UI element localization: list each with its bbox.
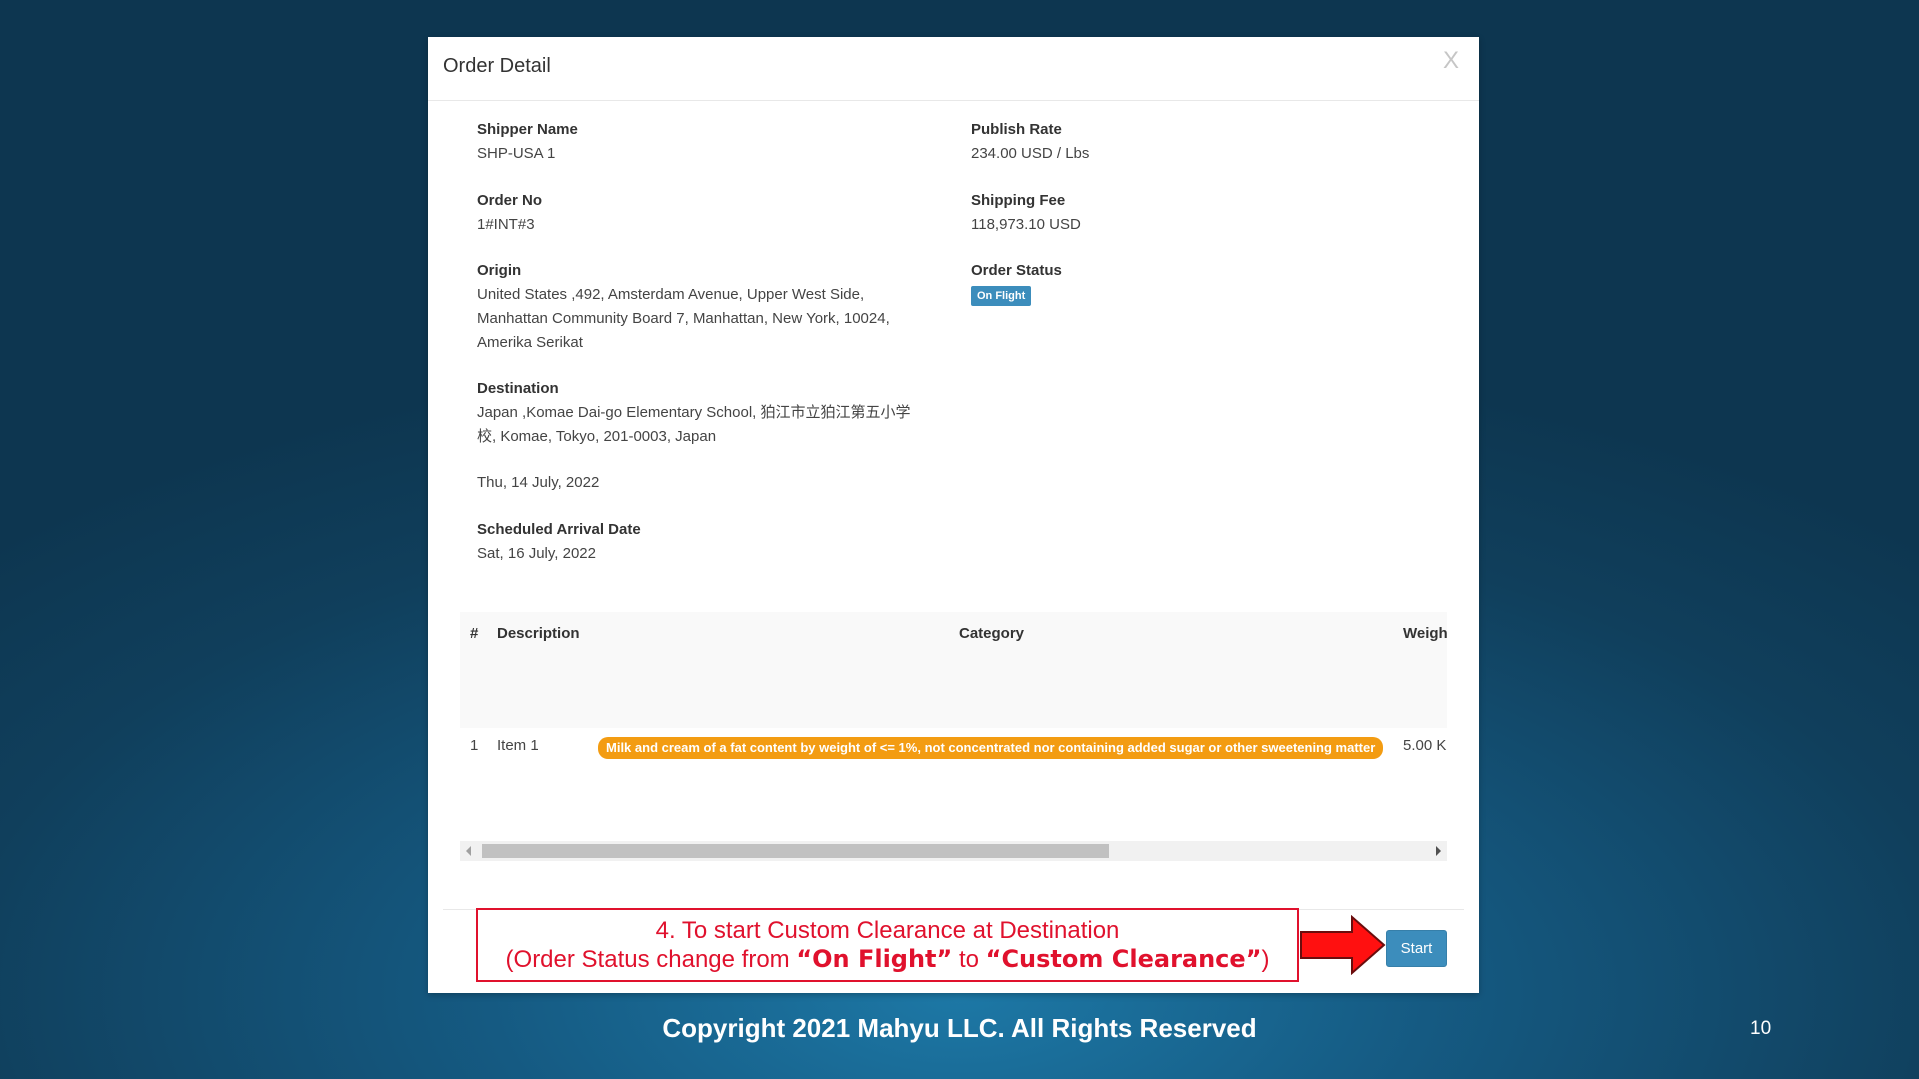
- scroll-left-icon[interactable]: [466, 846, 471, 856]
- destination-field: Destination Japan ,Komae Dai-go Elementa…: [477, 377, 957, 449]
- modal-header: Order Detail X: [428, 37, 1479, 101]
- instruction-callout: 4. To start Custom Clearance at Destinat…: [476, 908, 1299, 982]
- callout-line-2: (Order Status change from “On Flight” to…: [478, 945, 1297, 974]
- destination-line-2: 校, Komae, Tokyo, 201-0003, Japan: [477, 428, 717, 445]
- status-badge: On Flight: [971, 286, 1032, 306]
- page-number: 10: [1750, 1018, 1772, 1039]
- callout-on-flight: “On Flight”: [796, 945, 953, 973]
- order-detail-modal: Order Detail X Shipper Name SHP-USA 1 Or…: [428, 37, 1479, 993]
- callout-custom-clearance: “Custom Clearance”: [985, 945, 1262, 973]
- order-no-field: Order No 1#INT#3: [477, 189, 937, 237]
- shipping-fee-label: Shipping Fee: [971, 192, 1066, 209]
- close-icon[interactable]: X: [1443, 47, 1459, 75]
- destination-label: Destination: [477, 380, 559, 397]
- publish-rate-field: Publish Rate 234.00 USD / Lbs: [971, 118, 1371, 166]
- destination-line-1: Japan ,Komae Dai-go Elementary School, 狛…: [477, 404, 911, 421]
- origin-line-3: Amerika Serikat: [477, 334, 583, 351]
- items-table: # Description Category Weigh 1 Item 1 Mi…: [460, 612, 1447, 862]
- callout-line-1: 4. To start Custom Clearance at Destinat…: [655, 917, 1120, 944]
- shipper-name-field: Shipper Name SHP-USA 1: [477, 118, 937, 166]
- pointer-arrow-icon: [1300, 915, 1386, 975]
- publish-rate-value: 234.00 USD / Lbs: [971, 145, 1090, 162]
- order-no-label: Order No: [477, 192, 543, 209]
- order-status-field: Order Status On Flight: [971, 259, 1371, 307]
- origin-field: Origin United States ,492, Amsterdam Ave…: [477, 259, 937, 355]
- publish-rate-label: Publish Rate: [971, 121, 1062, 138]
- copyright-text: Copyright 2021 Mahyu LLC. All Rights Res…: [662, 1013, 1257, 1043]
- callout-line-2-post: ): [1261, 946, 1270, 973]
- row-number: 1: [470, 737, 479, 754]
- start-button[interactable]: Start: [1386, 930, 1447, 967]
- scroll-right-icon[interactable]: [1436, 846, 1441, 856]
- th-category: Category: [959, 625, 1025, 642]
- row-description: Item 1: [497, 737, 539, 754]
- table-header: # Description Category Weigh: [460, 612, 1447, 728]
- horizontal-scrollbar[interactable]: [460, 841, 1447, 861]
- shipping-fee-field: Shipping Fee 118,973.10 USD: [971, 189, 1371, 237]
- arrival-date-value: Sat, 16 July, 2022: [477, 545, 596, 562]
- callout-line-2-mid: to: [952, 946, 986, 973]
- shipper-name-value: SHP-USA 1: [477, 145, 556, 162]
- callout-line-2-pre: (Order Status change from: [505, 946, 797, 973]
- category-badge: Milk and cream of a fat content by weigh…: [598, 737, 1384, 759]
- departure-date-value: Thu, 14 July, 2022: [477, 474, 600, 491]
- order-status-label: Order Status: [971, 262, 1062, 279]
- modal-title: Order Detail: [443, 55, 551, 77]
- origin-line-2: Manhattan Community Board 7, Manhattan, …: [477, 310, 890, 327]
- th-weight: Weigh: [1403, 625, 1447, 642]
- scrollbar-thumb[interactable]: [482, 844, 1109, 858]
- th-description: Description: [497, 625, 580, 642]
- arrival-date-label: Scheduled Arrival Date: [477, 521, 641, 538]
- table-row: 1 Item 1 Milk and cream of a fat content…: [460, 728, 1447, 788]
- arrival-date-field: Scheduled Arrival Date Sat, 16 July, 202…: [477, 518, 937, 566]
- shipping-fee-value: 118,973.10 USD: [971, 216, 1081, 233]
- departure-date-field: Thu, 14 July, 2022: [477, 471, 937, 495]
- origin-line-1: United States ,492, Amsterdam Avenue, Up…: [477, 286, 865, 303]
- th-number: #: [470, 625, 479, 642]
- row-weight: 5.00 Kg: [1403, 737, 1447, 754]
- origin-label: Origin: [477, 262, 522, 279]
- order-no-value: 1#INT#3: [477, 216, 535, 233]
- shipper-name-label: Shipper Name: [477, 121, 578, 138]
